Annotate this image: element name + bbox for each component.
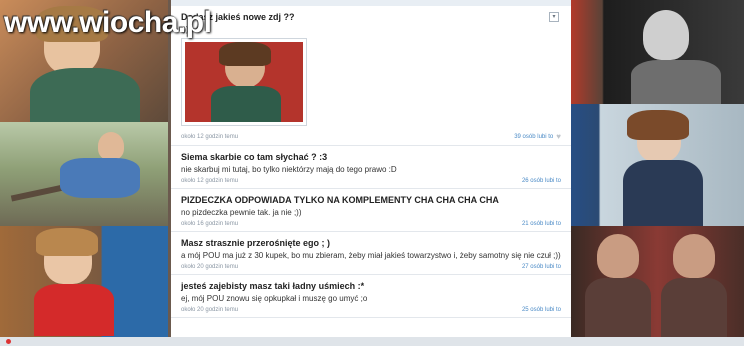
like-count[interactable]: 39 osób lubi to ♥ [514,132,561,141]
right-photo-2 [571,104,744,226]
like-count[interactable]: 26 osób lubi to [522,178,561,184]
question-text: Dodasz jakieś nowe zdj ?? [181,12,295,22]
answer-entry: jesteś zajebisty masz taki ładny uśmiech… [171,275,571,318]
left-photo-3 [0,226,168,337]
answer-text: nie skarbuj mi tutaj, bo tylko niektórzy… [181,165,397,174]
question-text: Siema skarbie co tam słychać ? :3 [181,152,328,162]
answer-entry: Masz strasznie przerośnięte ego ; ) a mó… [171,232,571,275]
watermark: www.wiocha.pl [4,6,212,39]
answer-text: :)) [181,25,189,34]
like-count[interactable]: 21 osób lubi to [522,221,561,227]
right-photo-1 [571,0,744,104]
answer-text: no pizdeczka pewnie tak. ja nie ;)) [181,208,302,217]
answer-text: ej, mój POU znowu się opkupkał i muszę g… [181,294,368,303]
like-count[interactable]: 25 osób lubi to [522,307,561,313]
status-dot-icon [6,339,11,344]
answers-feed: ▾ Dodasz jakieś nowe zdj ?? :)) około 12… [171,0,571,337]
browser-status-bar [0,337,744,346]
answer-entry: ▾ Dodasz jakieś nowe zdj ?? :)) około 12… [171,6,571,146]
question-text: Masz strasznie przerośnięte ego ; ) [181,238,331,248]
answer-entry: Siema skarbie co tam słychać ? :3 nie sk… [171,146,571,189]
answer-time: około 20 godzin temu [181,307,239,313]
answer-photo[interactable] [181,38,307,126]
answer-photo-image [185,42,303,122]
answer-time: około 12 godzin temu [181,178,239,184]
answer-text: a mój POU ma już z 30 kupek, bo mu zbier… [181,251,561,260]
answer-entry: PIZDECZKA ODPOWIADA TYLKO NA KOMPLEMENTY… [171,189,571,232]
like-count-text[interactable]: 39 osób lubi to [514,134,553,140]
right-photo-3 [571,226,744,337]
heart-icon[interactable]: ♥ [556,132,561,141]
answer-time: około 12 godzin temu [181,133,239,140]
left-photo-2 [0,122,168,226]
answer-time: około 20 godzin temu [181,264,239,270]
chevron-down-icon[interactable]: ▾ [549,12,559,22]
question-text: jesteś zajebisty masz taki ładny uśmiech… [181,281,365,291]
question-text: PIZDECZKA ODPOWIADA TYLKO NA KOMPLEMENTY… [181,195,499,205]
like-count[interactable]: 27 osób lubi to [522,264,561,270]
answer-time: około 16 godzin temu [181,221,239,227]
